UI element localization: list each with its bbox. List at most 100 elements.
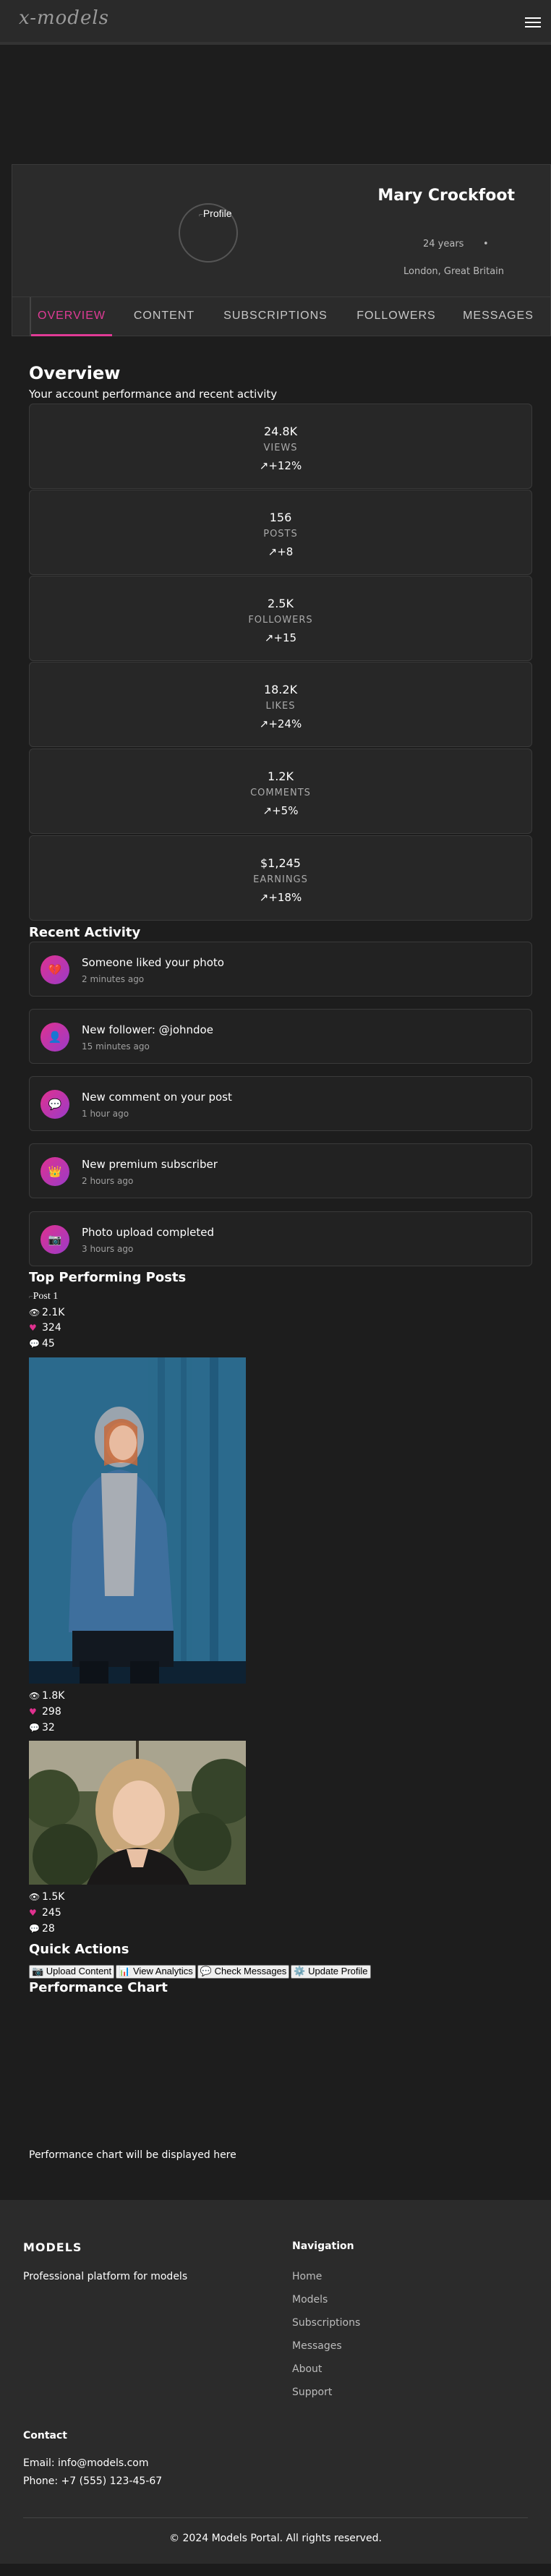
stat-card-followers: 2.5K FOLLOWERS ↗+15 [29,576,532,661]
activity-title: New comment on your post [82,1091,232,1104]
crown-icon: 👑 [40,1157,69,1186]
tab-subscriptions[interactable]: SUBSCRIPTIONS [218,297,333,336]
overview-title: Overview [29,363,121,383]
eye-icon: 👁 [29,1691,40,1701]
stat-change: ↗+18% [259,891,302,904]
profile-age: 24 years [423,239,464,250]
stat-card-likes: 18.2K LIKES ↗+24% [29,662,532,747]
views-count: 2.1K [42,1307,65,1318]
stat-card-posts: 156 POSTS ↗+8 [29,490,532,575]
comments-count: 32 [42,1722,55,1733]
stat-label: LIKES [265,701,296,712]
stat-value: 18.2K [263,683,298,696]
avatar-alt-label: Profile [202,208,232,219]
heart-icon: 💔 [40,955,69,984]
profile-header: ⌐Profile Mary Crockfoot 24 years • Londo… [12,164,551,297]
likes-count: 298 [42,1706,61,1718]
stat-value: 24.8K [263,425,298,438]
footer-tagline: Professional platform for models [23,2271,188,2282]
activity-time: 1 hour ago [82,1109,129,1119]
stat-card-earnings: $1,245 EARNINGS ↗+18% [29,835,532,921]
views-count: 1.5K [42,1891,65,1903]
footer-link-home[interactable]: Home [292,2271,322,2282]
activity-item[interactable]: 👤 New follower: @johndoe 15 minutes ago [29,1009,532,1064]
recent-activity-title: Recent Activity [29,925,141,940]
stat-card-comments: 1.2K COMMENTS ↗+5% [29,749,532,834]
stat-label: VIEWS [263,443,298,453]
post-views: 👁 1.8K [29,1689,64,1702]
update-profile-button[interactable]: ⚙️ Update Profile [291,1965,371,1979]
stat-value: 1.2K [268,769,294,783]
post-likes: ♥ 324 [29,1321,61,1334]
activity-item[interactable]: 💔 Someone liked your photo 2 minutes ago [29,942,532,997]
footer-brand: MODELS [23,2240,82,2254]
post-views: 👁 1.5K [29,1890,64,1903]
activity-time: 15 minutes ago [82,1041,150,1052]
comments-count: 28 [42,1923,55,1935]
profile-tabs: OVERVIEW CONTENT SUBSCRIPTIONS FOLLOWERS… [12,297,551,336]
stat-change: ↗+5% [262,804,299,817]
activity-item[interactable]: 📷 Photo upload completed 3 hours ago [29,1211,532,1266]
footer-link-about[interactable]: About [292,2363,322,2375]
heart-icon: ♥ [29,1707,37,1717]
footer-bottom-bar [0,2564,551,2576]
footer-link-messages[interactable]: Messages [292,2340,342,2352]
tab-messages[interactable]: MESSAGES [455,297,542,336]
stat-value: 2.5K [268,597,294,610]
activity-item[interactable]: 💬 New comment on your post 1 hour ago [29,1076,532,1131]
activity-title: New follower: @johndoe [82,1023,213,1036]
upload-content-button[interactable]: 📷 Upload Content [29,1965,115,1979]
footer-phone: Phone: +7 (555) 123-45-67 [23,2475,163,2487]
footer-divider [23,2517,528,2518]
profile-name: Mary Crockfoot [377,187,515,205]
post-image-broken[interactable]: ⌐Post 1 [29,1291,58,1302]
likes-count: 245 [42,1907,61,1919]
eye-icon: 👁 [29,1892,40,1902]
post-likes: ♥ 245 [29,1906,61,1919]
post-image-alt: Post 1 [33,1291,59,1302]
logo[interactable]: x-models [19,7,109,29]
avatar-alt-text: ⌐Profile [199,208,232,219]
tab-followers[interactable]: FOLLOWERS [346,297,446,336]
activity-item[interactable]: 👑 New premium subscriber 2 hours ago [29,1143,532,1198]
footer-link-support[interactable]: Support [292,2387,332,2398]
hamburger-menu-icon[interactable] [525,17,541,29]
top-posts-title: Top Performing Posts [29,1270,187,1285]
check-messages-button[interactable]: 💬 Check Messages [197,1965,290,1979]
footer-nav-title: Navigation [292,2240,354,2252]
stat-value: 156 [269,511,292,524]
comment-icon: 💬 [29,1924,40,1934]
view-analytics-button[interactable]: 📊 View Analytics [116,1965,196,1979]
separator-dot: • [483,239,489,250]
post-photo-woman-outdoors [29,1741,246,1885]
post-image[interactable] [29,1741,246,1885]
heart-icon: ♥ [29,1323,37,1333]
overview-subtitle: Your account performance and recent acti… [29,388,278,401]
stat-card-views: 24.8K VIEWS ↗+12% [29,404,532,489]
activity-title: New premium subscriber [82,1158,218,1171]
stat-label: EARNINGS [253,874,308,885]
footer: MODELS Professional platform for models … [0,2200,551,2576]
quick-actions-title: Quick Actions [29,1942,129,1957]
tab-content[interactable]: CONTENT [121,297,208,336]
stat-change: ↗+8 [268,545,294,558]
stat-label: COMMENTS [250,788,311,798]
tab-overview[interactable]: OVERVIEW [31,297,112,336]
stat-change: ↗+12% [259,459,302,472]
comments-count: 45 [42,1338,55,1349]
footer-contact-title: Contact [23,2430,67,2441]
comment-icon: 💬 [29,1723,40,1733]
post-comments: 💬 28 [29,1922,55,1935]
likes-count: 324 [42,1322,61,1334]
comment-icon: 💬 [29,1339,40,1349]
footer-link-subscriptions[interactable]: Subscriptions [292,2317,360,2329]
activity-title: Someone liked your photo [82,956,224,969]
footer-email: Email: info@models.com [23,2457,149,2469]
post-image[interactable] [29,1357,246,1684]
activity-time: 3 hours ago [82,1244,134,1254]
post-photo-woman-denim [29,1357,246,1684]
footer-link-models[interactable]: Models [292,2294,328,2306]
stat-value: $1,245 [260,856,301,870]
top-bar: x-models [0,0,551,45]
activity-time: 2 hours ago [82,1176,134,1186]
